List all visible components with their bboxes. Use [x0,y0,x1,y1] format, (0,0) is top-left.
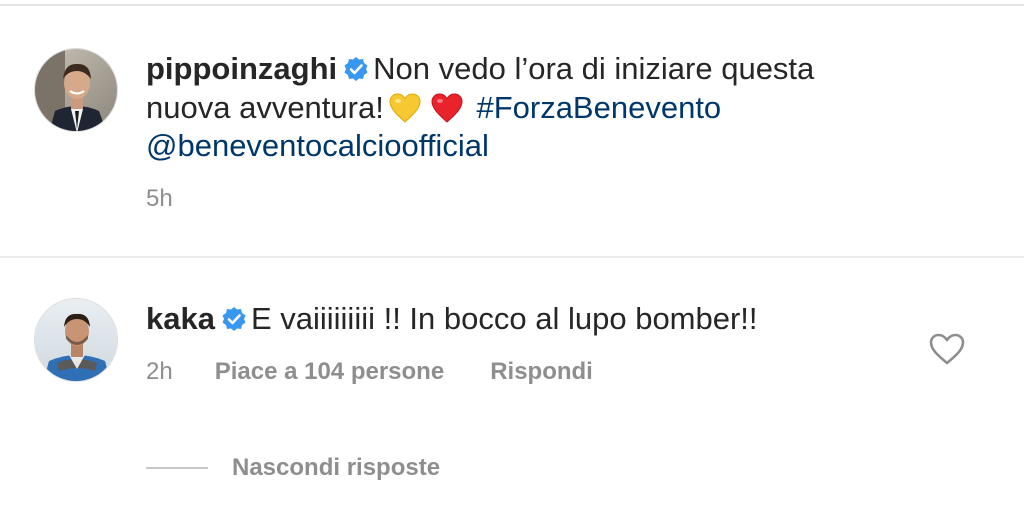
comment-timestamp: 2h [146,358,173,385]
caption-avatar-image [35,49,117,131]
comments-screen: pippoinzaghi Non vedo l’ora di iniziare q… [0,0,1024,506]
caption-username[interactable]: pippoinzaghi [146,51,337,86]
yellow-heart-icon [388,92,422,124]
verified-badge-icon [343,53,369,81]
caption-avatar[interactable] [34,48,118,132]
hide-replies-button[interactable]: Nascondi risposte [146,452,440,484]
comment-username[interactable]: kaka [146,301,215,336]
hashtag-link[interactable]: #ForzaBenevento [476,90,721,125]
caption-timestamp: 5h [146,185,173,212]
red-heart-icon [430,92,464,124]
comment-meta: 2h Piace a 104 persone Rispondi [146,358,593,386]
comment-avatar-image [35,299,117,381]
comment-body: E vaiiiiiiiii !! In bocco al lupo bomber… [250,301,758,336]
caption-text-line2: nuova avventura! [146,89,384,125]
caption-text-line1: Non vedo l’ora di iniziare questa [373,51,815,86]
reply-button[interactable]: Rispondi [490,358,593,386]
section-divider [0,256,1024,258]
heart-outline-icon[interactable] [928,332,966,366]
verified-badge-icon [221,303,247,331]
hide-replies-label: Nascondi risposte [232,454,441,481]
caption-text: pippoinzaghi Non vedo l’ora di iniziare q… [146,50,966,166]
mention-link[interactable]: @beneventocalcioofficial [146,128,489,163]
comment-avatar[interactable] [34,298,118,382]
likes-count-button[interactable]: Piace a 104 persone [215,358,444,386]
replies-line [146,467,208,469]
comment-text: kaka E vaiiiiiiiii !! In bocco al lupo bo… [146,300,906,338]
top-divider [0,4,1024,6]
